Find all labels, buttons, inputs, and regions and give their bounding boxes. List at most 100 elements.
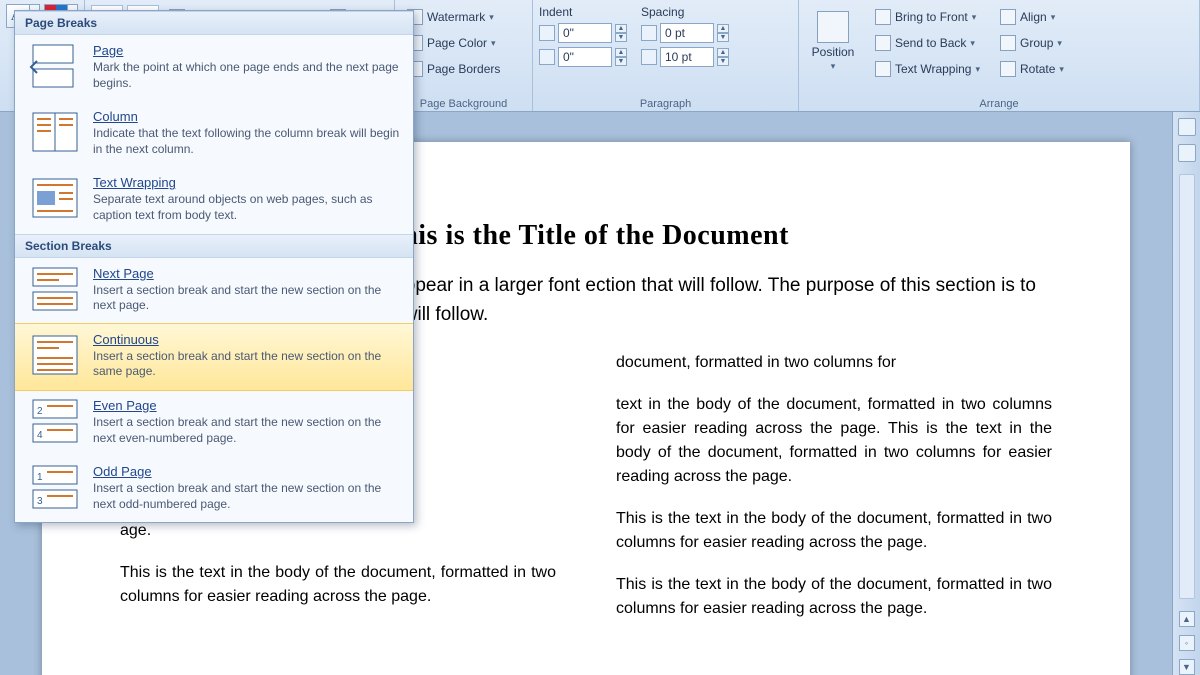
breaks-header-page: Page Breaks	[15, 11, 413, 35]
spacing-before-field[interactable]: 0 pt	[660, 23, 714, 43]
group-paragraph: Indent 0" ▲▼ 0" ▲▼ Spacing 0 pt ▲▼	[533, 0, 799, 111]
spacing-before-value: 0 pt	[661, 26, 713, 40]
svg-text:3: 3	[37, 496, 43, 507]
breaks-dropdown: Page Breaks Page Mark the point at which …	[14, 10, 414, 523]
watermark-button[interactable]: Watermark ▾	[401, 5, 506, 29]
align-button[interactable]: Align▾	[994, 5, 1070, 29]
vertical-scrollbar[interactable]	[1179, 174, 1195, 599]
breaks-item-text-wrapping[interactable]: Text WrappingSeparate text around object…	[15, 167, 413, 233]
text-wrapping-button[interactable]: Text Wrapping ▾	[869, 57, 986, 81]
breaks-item-page[interactable]: Page Mark the point at which one page end…	[15, 35, 413, 101]
breaks-item-desc: Mark the point at which one page ends an…	[93, 60, 403, 91]
spin-down-icon[interactable]: ▼	[615, 33, 627, 42]
breaks-header-section: Section Breaks	[15, 234, 413, 258]
group-arrange: Position ▾ Bring to Front▾ Send to Back▾…	[799, 0, 1200, 111]
spacing-after-value: 10 pt	[661, 50, 713, 64]
next-page-icon[interactable]: ▼	[1179, 659, 1195, 675]
breaks-item-title: Continuous	[93, 332, 403, 347]
continuous-break-icon	[29, 332, 81, 378]
page-break-icon	[29, 43, 81, 89]
spacing-after-field[interactable]: 10 pt	[660, 47, 714, 67]
position-icon	[817, 11, 849, 43]
indent-left-value: 0"	[559, 26, 611, 40]
breaks-item-title: Odd Page	[93, 464, 403, 479]
watermark-label: Watermark	[427, 10, 485, 24]
indent-right-field[interactable]: 0"	[558, 47, 612, 67]
send-to-back-button[interactable]: Send to Back ▾	[869, 31, 986, 55]
breaks-item-desc: Insert a section break and start the new…	[93, 349, 403, 380]
spin-down-icon[interactable]: ▼	[717, 57, 729, 66]
indent-right-icon	[539, 49, 555, 65]
group-icon	[1000, 35, 1016, 51]
odd-page-break-icon: 13	[29, 464, 81, 510]
breaks-item-continuous[interactable]: Continuous Insert a section break and sta…	[15, 323, 413, 391]
spin-up-icon[interactable]: ▲	[615, 48, 627, 57]
chevron-down-icon: ▾	[1057, 38, 1062, 49]
prev-page-icon[interactable]: ▲	[1179, 611, 1195, 627]
breaks-item-odd-page[interactable]: 13 Odd PageInsert a section break and st…	[15, 456, 413, 522]
right-sidebar: ▲ ◦ ▼	[1172, 112, 1200, 675]
spacing-heading: Spacing	[641, 5, 729, 19]
page-borders-button[interactable]: Page Borders	[401, 57, 506, 81]
chevron-down-icon: ▾	[489, 12, 494, 23]
breaks-item-title: Text Wrapping	[93, 175, 403, 190]
bring-to-front-button[interactable]: Bring to Front▾	[869, 5, 986, 29]
spacing-after-icon	[641, 49, 657, 65]
hand-tool-icon[interactable]	[1178, 144, 1196, 162]
page-borders-label: Page Borders	[427, 62, 500, 76]
indent-left-field[interactable]: 0"	[558, 23, 612, 43]
rotate-button[interactable]: Rotate ▾	[994, 57, 1070, 81]
bring-front-label: Bring to Front	[895, 10, 968, 24]
chevron-down-icon: ▾	[831, 61, 836, 72]
text-wrapping-label: Text Wrapping	[895, 62, 971, 76]
breaks-item-even-page[interactable]: 24 Even PageInsert a section break and s…	[15, 390, 413, 456]
wrap-icon	[875, 61, 891, 77]
breaks-item-desc: Indicate that the text following the col…	[93, 126, 403, 157]
align-icon	[1000, 9, 1016, 25]
spacing-before-spinner[interactable]: 0 pt ▲▼	[641, 23, 729, 43]
next-page-break-icon	[29, 266, 81, 312]
chevron-down-icon: ▾	[975, 64, 980, 75]
svg-text:2: 2	[37, 406, 43, 417]
text-wrapping-break-icon	[29, 175, 81, 221]
spin-up-icon[interactable]: ▲	[717, 48, 729, 57]
breaks-item-next-page[interactable]: Next PageInsert a section break and star…	[15, 258, 413, 324]
breaks-item-title: Page	[93, 43, 403, 58]
group-btn-label: Group	[1020, 36, 1053, 50]
body-paragraph: This is the text in the body of the docu…	[616, 573, 1052, 621]
body-paragraph: text in the body of the document, format…	[616, 393, 1052, 489]
browse-object-icon[interactable]: ◦	[1179, 635, 1195, 651]
indent-right-value: 0"	[559, 50, 611, 64]
breaks-item-title: Even Page	[93, 398, 403, 413]
indent-left-spinner[interactable]: 0" ▲▼	[539, 23, 627, 43]
breaks-item-desc: Insert a section break and start the new…	[93, 283, 403, 314]
chevron-down-icon: ▾	[970, 38, 975, 49]
ruler-toggle-icon[interactable]	[1178, 118, 1196, 136]
send-back-icon	[875, 35, 891, 51]
group-button[interactable]: Group ▾	[994, 31, 1070, 55]
rotate-icon	[1000, 61, 1016, 77]
position-button[interactable]: Position ▾	[805, 5, 861, 77]
body-paragraph: This is the text in the body of the docu…	[120, 561, 556, 609]
group-label-page-background: Page Background	[401, 95, 526, 111]
indent-left-icon	[539, 25, 555, 41]
page-color-button[interactable]: Page Color ▾	[401, 31, 506, 55]
page-color-label: Page Color	[427, 36, 487, 50]
align-label: Align	[1020, 10, 1047, 24]
group-label-arrange: Arrange	[805, 95, 1193, 111]
svg-text:4: 4	[37, 430, 43, 441]
spin-up-icon[interactable]: ▲	[615, 24, 627, 33]
spin-down-icon[interactable]: ▼	[717, 33, 729, 42]
indent-heading: Indent	[539, 5, 627, 19]
chevron-down-icon: ▾	[1059, 64, 1064, 75]
svg-text:1: 1	[37, 472, 43, 483]
spin-up-icon[interactable]: ▲	[717, 24, 729, 33]
group-page-background: Watermark ▾ Page Color ▾ Page Borders Pa…	[395, 0, 533, 111]
position-label: Position	[812, 45, 855, 59]
rotate-label: Rotate	[1020, 62, 1055, 76]
spin-down-icon[interactable]: ▼	[615, 57, 627, 66]
indent-right-spinner[interactable]: 0" ▲▼	[539, 47, 627, 67]
send-back-label: Send to Back	[895, 36, 966, 50]
breaks-item-column[interactable]: ColumnIndicate that the text following t…	[15, 101, 413, 167]
spacing-after-spinner[interactable]: 10 pt ▲▼	[641, 47, 729, 67]
